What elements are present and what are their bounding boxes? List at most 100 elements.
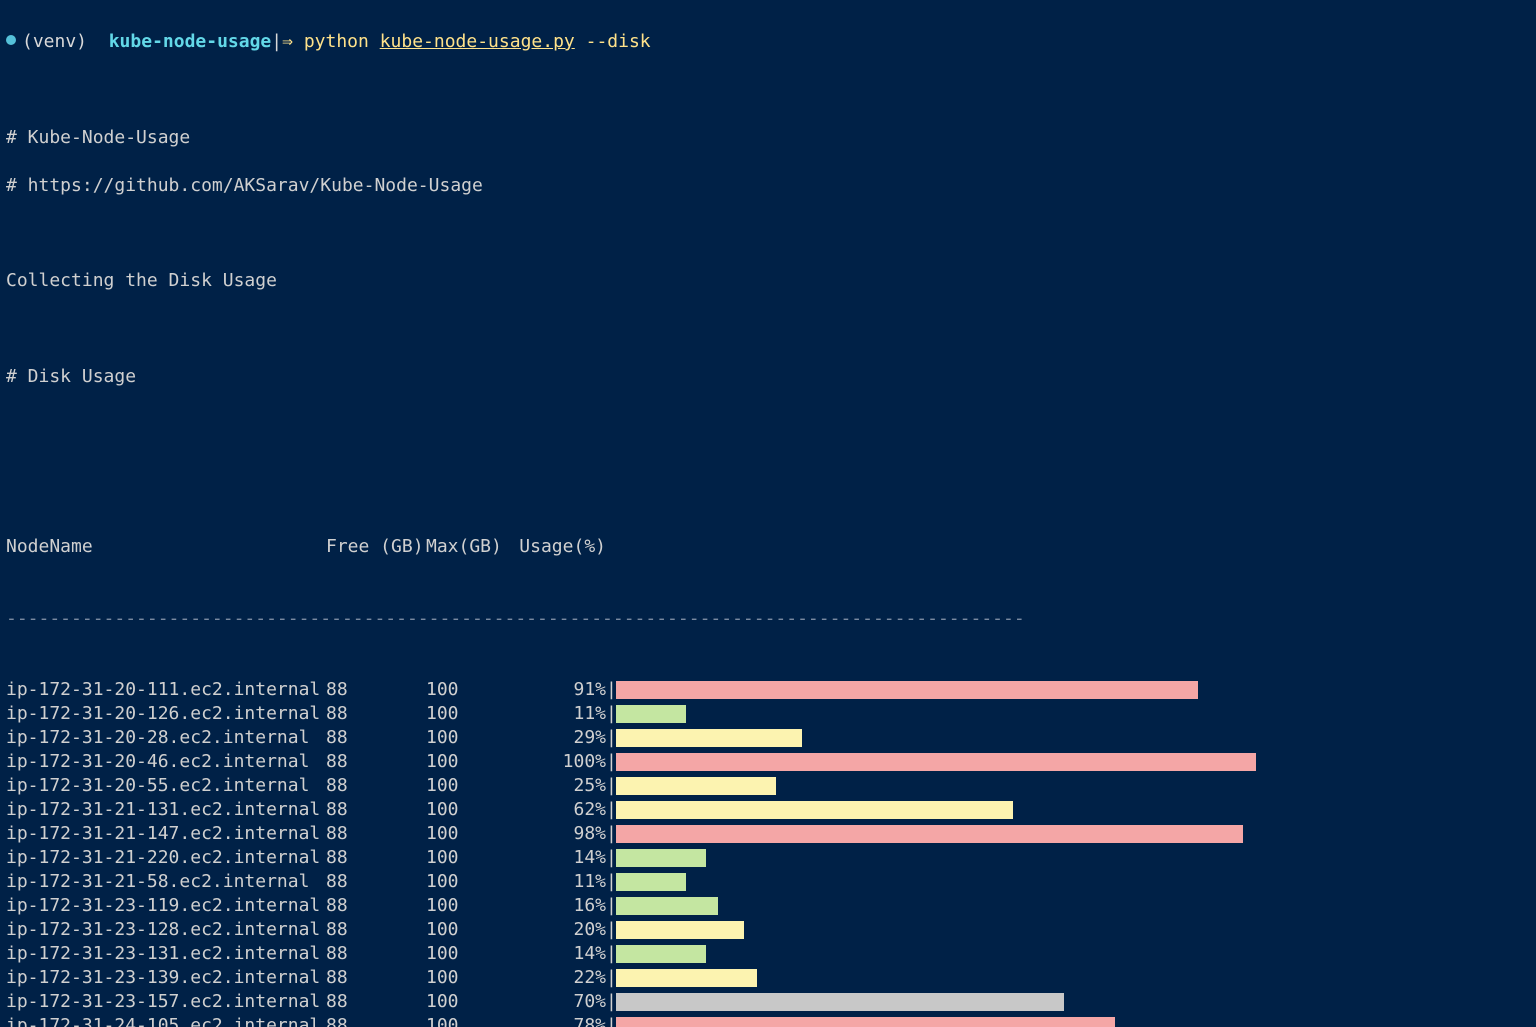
venv-label: (venv) <box>22 31 87 52</box>
prompt-line[interactable]: (venv) kube-node-usage|⇒ python kube-nod… <box>6 30 1532 54</box>
pipe-sep: | <box>606 798 616 822</box>
cell-max: 100 <box>426 798 506 822</box>
cell-usage: 29% <box>506 726 606 750</box>
usage-bar-fill <box>616 969 757 987</box>
usage-bar-fill <box>616 729 802 747</box>
usage-bar <box>616 705 1276 723</box>
cell-nodename: ip-172-31-21-58.ec2.internal <box>6 870 326 894</box>
pipe-sep: | <box>606 990 616 1014</box>
pipe-sep: | <box>606 750 616 774</box>
cell-usage: 98% <box>506 822 606 846</box>
table-row: ip-172-31-21-58.ec2.internal 8810011%| <box>6 870 1532 894</box>
cell-usage: 20% <box>506 918 606 942</box>
pipe-sep: | <box>606 870 616 894</box>
usage-bar <box>616 921 1276 939</box>
cell-usage: 14% <box>506 846 606 870</box>
cell-usage: 22% <box>506 966 606 990</box>
table-row: ip-172-31-24-105.ec2.internal 8810078%| <box>6 1014 1532 1027</box>
cell-nodename: ip-172-31-20-28.ec2.internal <box>6 726 326 750</box>
usage-bar-fill <box>616 825 1243 843</box>
cell-max: 100 <box>426 1014 506 1027</box>
cell-free: 88 <box>326 750 426 774</box>
cell-max: 100 <box>426 726 506 750</box>
usage-bar <box>616 873 1276 891</box>
cell-free: 88 <box>326 966 426 990</box>
cell-nodename: ip-172-31-20-46.ec2.internal <box>6 750 326 774</box>
cell-nodename: ip-172-31-21-147.ec2.internal <box>6 822 326 846</box>
cwd-label: kube-node-usage <box>109 31 272 52</box>
cell-max: 100 <box>426 918 506 942</box>
table-row: ip-172-31-21-147.ec2.internal 8810098%| <box>6 822 1532 846</box>
table-row: ip-172-31-20-111.ec2.internal 8810091%| <box>6 678 1532 702</box>
pipe-sep: | <box>606 846 616 870</box>
cell-max: 100 <box>426 702 506 726</box>
prompt-dot-icon <box>6 35 16 45</box>
cell-nodename: ip-172-31-20-126.ec2.internal <box>6 702 326 726</box>
cell-max: 100 <box>426 990 506 1014</box>
cell-max: 100 <box>426 774 506 798</box>
hdr-nodename: NodeName <box>6 535 326 559</box>
pipe-sep: | <box>606 918 616 942</box>
usage-bar-fill <box>616 705 686 723</box>
cell-free: 88 <box>326 798 426 822</box>
cell-nodename: ip-172-31-20-111.ec2.internal <box>6 678 326 702</box>
cell-free: 88 <box>326 726 426 750</box>
table-row: ip-172-31-21-220.ec2.internal 8810014%| <box>6 846 1532 870</box>
arrow-icon: ⇒ <box>282 31 293 52</box>
usage-bar <box>616 993 1276 1011</box>
cell-nodename: ip-172-31-21-220.ec2.internal <box>6 846 326 870</box>
terminal-output: (venv) kube-node-usage|⇒ python kube-nod… <box>0 0 1536 1027</box>
table-separator: ----------------------------------------… <box>6 607 1532 631</box>
hdr-free: Free (GB) <box>326 535 426 559</box>
cell-max: 100 <box>426 750 506 774</box>
cell-max: 100 <box>426 942 506 966</box>
usage-bar <box>616 753 1276 771</box>
usage-bar-fill <box>616 681 1198 699</box>
hdr-max: Max(GB) <box>426 535 506 559</box>
table-row: ip-172-31-20-46.ec2.internal 88100100%| <box>6 750 1532 774</box>
pipe-sep: | <box>606 1014 616 1027</box>
header-url: # https://github.com/AKSarav/Kube-Node-U… <box>6 174 1532 198</box>
cell-free: 88 <box>326 774 426 798</box>
cell-max: 100 <box>426 870 506 894</box>
table-row: ip-172-31-23-119.ec2.internal 8810016%| <box>6 894 1532 918</box>
table-row: ip-172-31-23-128.ec2.internal 8810020%| <box>6 918 1532 942</box>
cell-free: 88 <box>326 678 426 702</box>
usage-bar-fill <box>616 753 1256 771</box>
cell-free: 88 <box>326 846 426 870</box>
cell-usage: 11% <box>506 702 606 726</box>
usage-bar-fill <box>616 921 744 939</box>
pipe-sep: | <box>606 774 616 798</box>
cell-free: 88 <box>326 894 426 918</box>
cell-usage: 11% <box>506 870 606 894</box>
cell-usage: 91% <box>506 678 606 702</box>
pipe-sep: | <box>606 894 616 918</box>
usage-bar <box>616 777 1276 795</box>
cell-max: 100 <box>426 966 506 990</box>
cell-max: 100 <box>426 678 506 702</box>
table-row: ip-172-31-21-131.ec2.internal 8810062%| <box>6 798 1532 822</box>
cell-free: 88 <box>326 870 426 894</box>
cell-nodename: ip-172-31-24-105.ec2.internal <box>6 1014 326 1027</box>
table-row: ip-172-31-20-28.ec2.internal 8810029%| <box>6 726 1532 750</box>
usage-bar <box>616 801 1276 819</box>
cell-max: 100 <box>426 822 506 846</box>
pipe-sep: | <box>606 822 616 846</box>
hdr-usage: Usage(%) <box>506 535 606 559</box>
cell-usage: 62% <box>506 798 606 822</box>
cell-usage: 78% <box>506 1014 606 1027</box>
table-header-row: NodeName Free (GB) Max(GB) Usage(%) <box>6 535 1532 559</box>
cell-nodename: ip-172-31-23-139.ec2.internal <box>6 966 326 990</box>
usage-bar <box>616 969 1276 987</box>
cell-free: 88 <box>326 702 426 726</box>
status-line: Collecting the Disk Usage <box>6 269 1532 293</box>
cell-free: 88 <box>326 918 426 942</box>
sep-dashes: ----------------------------------------… <box>6 607 1025 631</box>
pipe-sep: | <box>606 702 616 726</box>
cell-free: 88 <box>326 990 426 1014</box>
usage-bar <box>616 729 1276 747</box>
cell-usage: 14% <box>506 942 606 966</box>
table-row: ip-172-31-23-139.ec2.internal 8810022%| <box>6 966 1532 990</box>
cell-nodename: ip-172-31-20-55.ec2.internal <box>6 774 326 798</box>
cell-free: 88 <box>326 942 426 966</box>
